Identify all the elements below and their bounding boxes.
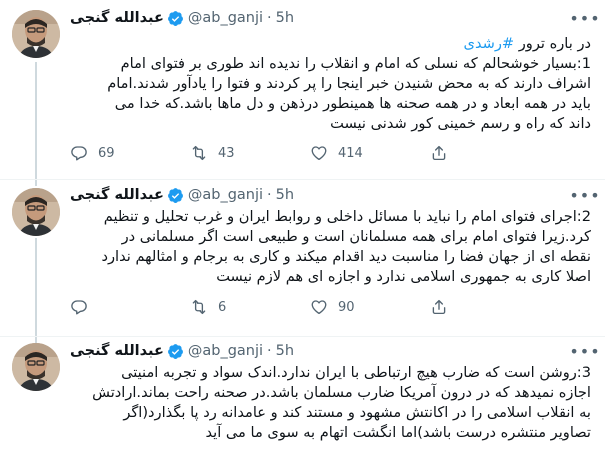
tweet-text: 2:اجرای فتوای امام را نباید با مسائل داخ…	[70, 207, 591, 287]
hashtag-link[interactable]: #رشدی	[464, 35, 515, 52]
retweet-button[interactable]: 6	[190, 298, 310, 316]
like-button[interactable]: 414	[310, 144, 430, 162]
tweet-text: در باره ترور #رشدی 1:بسیار خوشحالم که نس…	[70, 34, 591, 134]
more-icon[interactable]: •••	[569, 8, 599, 28]
like-button[interactable]: 90	[310, 298, 430, 316]
separator-dot: ·	[267, 187, 272, 203]
like-icon	[310, 298, 328, 316]
tweet-line: نقطه ای از جهان فضا را مناسبت دید اقدام …	[101, 248, 591, 265]
tweet-3[interactable]: عبدالله گنجی @ab_ganji · 5h ••• 3:روشن ا…	[0, 337, 605, 456]
avatar-photo-icon	[12, 343, 60, 391]
tweet-line: 1:بسیار خوشحالم که نسلی که امام و انقلاب…	[120, 55, 591, 72]
tweet-text: 3:روشن است که ضارب هیچ ارتباطی با ایران …	[70, 363, 591, 443]
verified-icon	[167, 10, 184, 27]
tweet-2[interactable]: عبدالله گنجی @ab_ganji · 5h ••• 2:اجرای …	[0, 180, 605, 337]
tweet-line: کرد.زیرا فتوای امام برای همه مسلمانان اس…	[121, 228, 591, 245]
like-count: 414	[338, 145, 363, 161]
tweet-line: داند که راه و رسم خمینی کور شدنی نیست	[330, 115, 591, 132]
verified-icon	[167, 187, 184, 204]
retweet-count: 6	[218, 299, 227, 315]
tweet-divider	[0, 336, 605, 337]
tweet-header: عبدالله گنجی @ab_ganji · 5h	[70, 340, 565, 362]
reply-button[interactable]	[70, 298, 190, 316]
tweet-time[interactable]: 5h	[276, 187, 294, 203]
reply-icon	[70, 144, 88, 162]
reply-icon	[70, 298, 88, 316]
avatar[interactable]	[12, 343, 60, 391]
share-button[interactable]	[430, 144, 458, 162]
tweet-line: اشراف دارند که به محض شنیدن خبر اینجا را…	[107, 75, 591, 92]
thread-line	[35, 180, 37, 186]
tweet-actions: 69 43 414	[70, 143, 565, 163]
retweet-count: 43	[218, 145, 235, 161]
avatar[interactable]	[12, 10, 60, 58]
author-name[interactable]: عبدالله گنجی	[70, 187, 164, 203]
tweet-line: 2:اجرای فتوای امام را نباید با مسائل داخ…	[103, 208, 591, 225]
tweet-line: 3:روشن است که ضارب هیچ ارتباطی با ایران …	[121, 364, 591, 381]
avatar-photo-icon	[12, 188, 60, 236]
avatar[interactable]	[12, 188, 60, 236]
tweet-time[interactable]: 5h	[276, 343, 294, 359]
separator-dot: ·	[267, 343, 272, 359]
thread-line	[35, 62, 37, 180]
tweet-line: اصلا کاری به جمهوری اسلامی ندارد و اجازه…	[216, 268, 591, 285]
tweet-intro: در باره ترور	[514, 35, 591, 52]
more-icon[interactable]: •••	[569, 185, 599, 205]
tweet-actions: 6 90	[70, 297, 565, 317]
thread-line	[35, 238, 37, 337]
like-count: 90	[338, 299, 355, 315]
avatar-photo-icon	[12, 10, 60, 58]
more-icon[interactable]: •••	[569, 341, 599, 361]
author-handle[interactable]: @ab_ganji	[188, 187, 263, 203]
tweet-divider	[0, 179, 605, 180]
tweet-line: باید در همه ابعاد و در همه صحنه ها همینط…	[114, 95, 591, 112]
tweet-time[interactable]: 5h	[276, 10, 294, 26]
tweet-1[interactable]: عبدالله گنجی @ab_ganji · 5h ••• در باره …	[0, 0, 605, 180]
author-handle[interactable]: @ab_ganji	[188, 343, 263, 359]
retweet-icon	[190, 144, 208, 162]
tweet-header: عبدالله گنجی @ab_ganji · 5h	[70, 7, 565, 29]
retweet-icon	[190, 298, 208, 316]
share-icon	[430, 298, 448, 316]
tweet-header: عبدالله گنجی @ab_ganji · 5h	[70, 184, 565, 206]
share-button[interactable]	[430, 298, 458, 316]
reply-button[interactable]: 69	[70, 144, 190, 162]
tweet-line: تصاویر منتشره درست باشد)اما انگشت اتهام …	[205, 424, 591, 441]
separator-dot: ·	[267, 10, 272, 26]
tweet-line: به انقلاب اسلامی را در اکانتش مشهود و مس…	[123, 404, 591, 421]
reply-count: 69	[98, 145, 115, 161]
share-icon	[430, 144, 448, 162]
tweet-line: اجازه نمیدهد که در درون آمریکا ضارب مسلم…	[92, 384, 591, 401]
verified-icon	[167, 343, 184, 360]
like-icon	[310, 144, 328, 162]
retweet-button[interactable]: 43	[190, 144, 310, 162]
author-handle[interactable]: @ab_ganji	[188, 10, 263, 26]
author-name[interactable]: عبدالله گنجی	[70, 10, 164, 26]
author-name[interactable]: عبدالله گنجی	[70, 343, 164, 359]
